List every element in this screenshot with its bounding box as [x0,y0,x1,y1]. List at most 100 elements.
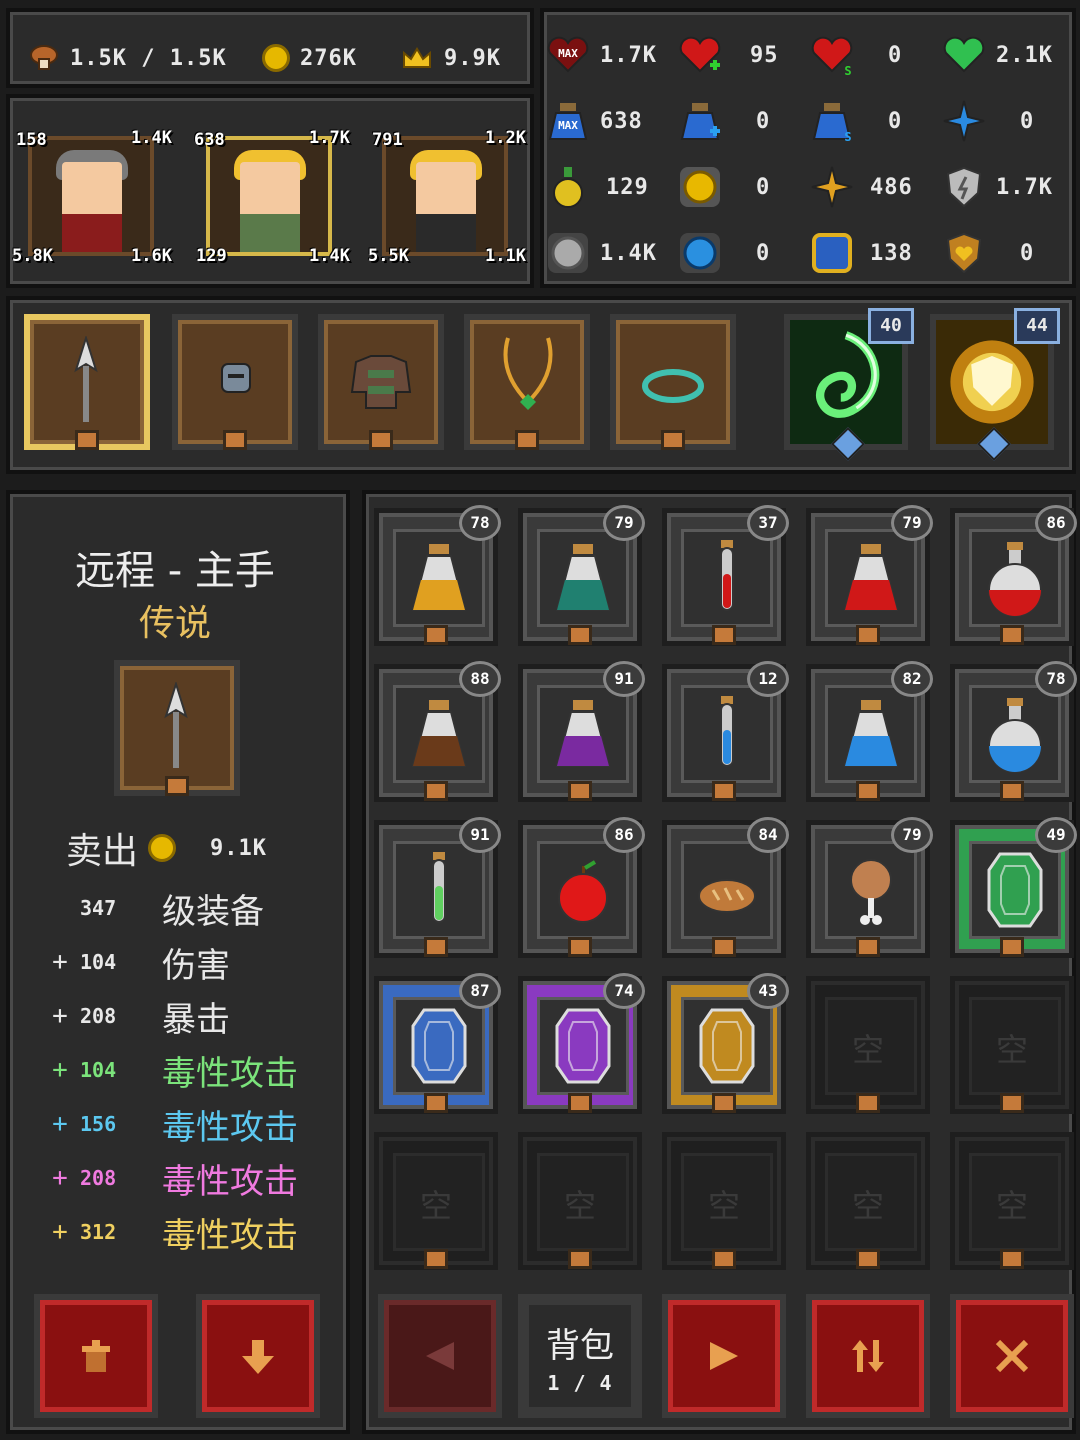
lock-icon [568,1093,592,1113]
item-attr: + 104 伤害 [52,945,230,986]
stat-value: 95 [750,42,779,68]
crown-icon [403,47,431,68]
equip-slot-weapon[interactable] [24,314,150,450]
blue-gem-icon [680,233,720,273]
stat-value: 638 [600,108,643,134]
empty-slot-label: 空 [707,1187,740,1225]
hero-card-warrior[interactable]: 158 1.4K 5.8K 1.6K [10,118,172,274]
inventory-slot[interactable]: 78 [950,661,1077,802]
item-level-badge: 78 [459,505,501,541]
inventory-slot[interactable]: 82 [806,661,933,802]
inventory-slot-empty[interactable]: 空 [950,976,1074,1114]
inventory-slot[interactable]: 37 [662,505,789,646]
lock-icon [568,937,592,957]
inventory-slot-empty[interactable]: 空 [662,1132,786,1270]
inventory-slot[interactable]: 84 [662,817,789,958]
inventory-slot[interactable]: 79 [806,817,933,958]
necklace-icon [503,337,553,410]
close-button[interactable] [950,1294,1074,1418]
inventory-slot[interactable]: 91 [374,817,501,958]
potion-plus-icon [680,103,720,140]
unequip-button[interactable] [196,1294,320,1418]
equip-slot-armor[interactable] [318,314,444,450]
skill-slot-green[interactable]: 40 [784,308,914,461]
blue-gem-icon [411,1008,467,1084]
face [416,162,476,218]
item-level-badge: 86 [1035,505,1077,541]
stat-value: 0 [888,108,903,134]
stat-value: 138 [870,240,913,266]
hero-card-blonde-fighter[interactable]: 638 1.7K 129 1.4K [188,118,350,274]
helmet-icon [221,363,251,393]
inventory-slot[interactable]: 86 [950,505,1077,646]
inventory-slot[interactable]: 78 [374,505,501,646]
lock-icon [712,1249,736,1269]
stat-reflect: 0 [942,228,1034,278]
stat-crit: 486 [810,162,913,212]
item-level-badge: 84 [747,817,789,853]
equip-slot-necklace[interactable] [464,314,590,450]
lock-icon [1000,781,1024,801]
equip-slot-helmet[interactable] [172,314,298,450]
equip-slot-ring[interactable] [610,314,736,450]
inventory-slot-empty[interactable]: 空 [374,1132,498,1270]
inventory-slot[interactable]: 74 [518,973,645,1114]
stat-value: 0 [756,240,771,266]
stat-magic-defense: 0 [678,228,770,278]
stat-armor: 1.7K [942,162,1053,212]
stat-value: 2.1K [996,42,1053,68]
gold-frame-icon [812,233,852,273]
sort-button[interactable] [806,1294,930,1418]
hero-defense: 1.4K [309,246,350,266]
stat-defense: 1.4K [546,228,657,278]
inventory-slot[interactable]: 49 [950,817,1077,958]
inventory-slot-empty[interactable]: 空 [806,976,930,1114]
item-level-line: 347 级装备 [40,886,264,932]
sell-row[interactable]: 卖出 9.1K [66,824,267,872]
svg-text:S: S [844,64,851,77]
gold-star-icon [811,166,853,208]
gold-value: 276K [300,45,357,71]
prev-page-button[interactable] [378,1294,502,1418]
bag-indicator[interactable]: 背包 1 / 4 [518,1294,642,1418]
inventory-slot[interactable]: 12 [662,661,789,802]
inventory-slot[interactable]: 86 [518,817,645,958]
inventory-slot[interactable]: 79 [518,505,645,646]
hero-card-blonde-maid[interactable]: 791 1.2K 5.5K 1.1K [364,118,526,274]
arrow-down-icon [242,1340,274,1374]
inventory-slot[interactable]: 91 [518,661,645,802]
lock-icon [165,776,189,796]
stat-value: 1.7K [600,42,657,68]
item-preview [114,660,240,796]
skill-slot-gold[interactable]: 44 [930,308,1060,461]
stamina-value: 1.5K / 1.5K [70,45,227,71]
next-page-button[interactable] [662,1294,786,1418]
item-level-badge: 37 [747,505,789,541]
item-level-badge: 79 [603,505,645,541]
item-rarity: 传说 [138,603,211,644]
discard-button[interactable] [34,1294,158,1418]
inventory-slot-empty[interactable]: 空 [950,1132,1074,1270]
inventory-slot[interactable]: 79 [806,505,933,646]
red-potion-icon [843,544,899,611]
lock-icon [712,781,736,801]
hero-defense: 1.6K [131,246,172,266]
inventory-slot[interactable]: 88 [374,661,501,802]
item-level-badge: 82 [891,661,933,697]
face [240,162,300,218]
inventory-slot-empty[interactable]: 空 [806,1132,930,1270]
teal-potion-icon [555,544,611,611]
inventory-slot-empty[interactable]: 空 [518,1132,642,1270]
potion-speed-icon: S [812,103,852,143]
hero-portrait [28,136,154,256]
item-attr: + 312 毒性攻击 [52,1215,298,1256]
inventory-slot[interactable]: 87 [374,973,501,1114]
hero-attack: 129 [196,246,227,266]
stat-value: 0 [1020,240,1035,266]
item-level-badge: 86 [603,817,645,853]
item-level-label: 级装备 [162,891,264,932]
lock-icon [223,430,247,450]
lock-icon [712,625,736,645]
inventory-slot[interactable]: 43 [662,973,789,1114]
item-attr: + 104 毒性攻击 [52,1053,298,1094]
